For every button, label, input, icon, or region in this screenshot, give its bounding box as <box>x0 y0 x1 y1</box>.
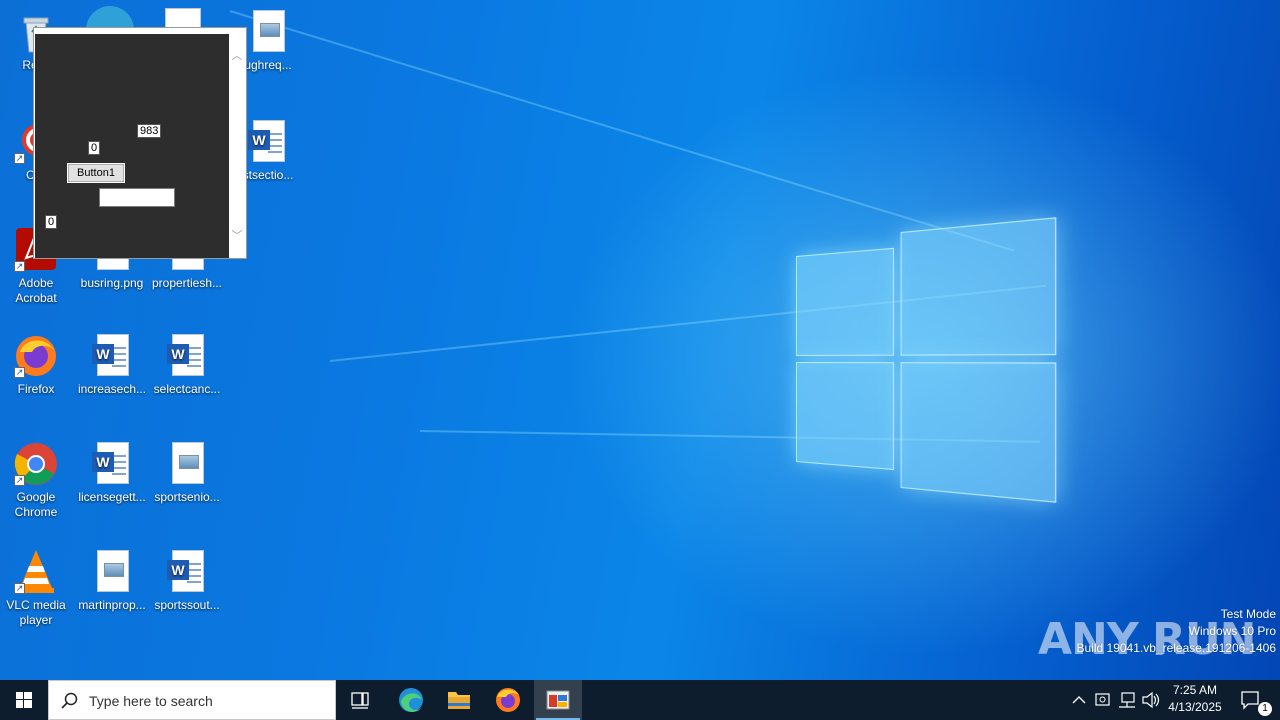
vertical-scrollbar[interactable]: ︿ ﹀ <box>229 28 246 258</box>
vlc-icon: ↗ <box>12 548 60 596</box>
desktop-icon-firefox[interactable]: ↗ Firefox <box>0 332 74 397</box>
app-window[interactable]: 983 0 Button1 0 ︿ ﹀ <box>33 27 247 259</box>
desktop-icon-label: busring.png <box>80 276 144 290</box>
start-button[interactable] <box>0 680 48 720</box>
running-app-taskbar-button[interactable] <box>534 680 582 720</box>
firefox-taskbar-button[interactable] <box>484 680 532 720</box>
logo-pane <box>900 362 1057 503</box>
tray-monitor-icon <box>1095 693 1110 706</box>
chrome-icon: ↗ <box>12 440 60 488</box>
desktop-icon-file[interactable]: sportsenio... <box>149 440 225 505</box>
desktop-icon-file[interactable]: W selectcanc... <box>149 332 225 397</box>
word-document-icon: W <box>244 118 292 166</box>
desktop-icon-label: propertiesh... <box>151 276 223 290</box>
chevron-up-icon[interactable]: ︿ <box>231 50 243 62</box>
number-label: 983 <box>137 124 162 138</box>
file-explorer-taskbar-button[interactable] <box>435 680 483 720</box>
tray-app-button[interactable] <box>1092 680 1114 720</box>
button1[interactable]: Button1 <box>67 163 125 183</box>
edge-icon <box>399 688 423 712</box>
word-document-icon: W <box>88 440 136 488</box>
desktop-icon-vlc[interactable]: ↗ VLC media player <box>0 548 74 628</box>
image-file-icon <box>88 548 136 596</box>
notification-icon <box>1241 691 1259 710</box>
desktop-icon-file[interactable]: W licensegett... <box>74 440 150 505</box>
clock-date: 4/13/2025 <box>1168 700 1222 714</box>
watermark-line: Build 19041.vb_release.191206-1406 <box>1076 641 1277 655</box>
clock-time: 7:25 AM <box>1172 683 1218 697</box>
task-view-icon <box>351 692 369 709</box>
watermark-line: Test Mode <box>1220 607 1276 621</box>
desktop-icon-label: sportssout... <box>154 598 220 612</box>
task-view-button[interactable] <box>336 680 384 720</box>
image-file-icon <box>244 8 292 56</box>
network-button[interactable] <box>1116 680 1138 720</box>
image-file-icon <box>163 440 211 488</box>
notification-count-badge: 1 <box>1258 702 1272 716</box>
show-hidden-icons-button[interactable] <box>1068 680 1090 720</box>
desktop-icon-file[interactable]: W sportssout... <box>149 548 225 613</box>
desktop-icon-file[interactable]: W increasech... <box>74 332 150 397</box>
desktop-icon-file[interactable]: martinprop... <box>74 548 150 613</box>
firefox-icon <box>496 688 520 712</box>
shortcut-arrow-icon: ↗ <box>14 261 25 272</box>
text-input[interactable] <box>99 188 175 207</box>
search-placeholder: Type here to search <box>89 693 213 709</box>
watermark-line: Windows 10 Pro <box>1188 624 1276 638</box>
desktop-icon-label: sportsenio... <box>154 490 220 504</box>
word-document-icon: W <box>163 548 211 596</box>
desktop-icon-label: increasech... <box>77 382 147 396</box>
action-center-button[interactable]: 1 <box>1236 680 1280 720</box>
taskbar: Type here to search 7:25 AM 4/13/2025 1 <box>0 680 1280 720</box>
shortcut-arrow-icon: ↗ <box>14 153 25 164</box>
logo-pane <box>900 217 1057 356</box>
app-icon <box>546 690 570 710</box>
word-document-icon: W <box>163 332 211 380</box>
desktop-icon-label: licensegett... <box>78 490 146 504</box>
edge-taskbar-button[interactable] <box>387 680 435 720</box>
number-label: 0 <box>88 141 101 155</box>
windows-logo <box>796 217 1057 503</box>
logo-pane <box>796 247 895 356</box>
network-icon <box>1119 692 1135 708</box>
speaker-icon <box>1142 691 1160 709</box>
light-beam <box>229 10 1015 252</box>
desktop-icon-label: Adobe Acrobat <box>15 276 57 305</box>
taskbar-clock[interactable]: 7:25 AM 4/13/2025 <box>1160 682 1230 716</box>
desktop-icon-label: martinprop... <box>78 598 146 612</box>
number-label: 0 <box>45 215 58 229</box>
volume-button[interactable] <box>1140 680 1162 720</box>
chevron-down-icon[interactable]: ﹀ <box>231 230 243 242</box>
system-watermark: Test Mode Windows 10 Pro Build 19041.vb_… <box>1077 606 1277 657</box>
firefox-icon: ↗ <box>12 332 60 380</box>
windows-start-icon <box>16 692 32 708</box>
search-icon <box>61 692 78 709</box>
shortcut-arrow-icon: ↗ <box>14 367 25 378</box>
taskbar-search-box[interactable]: Type here to search <box>48 680 336 720</box>
folder-icon <box>448 692 470 709</box>
shortcut-arrow-icon: ↗ <box>14 583 25 594</box>
desktop-icon-label: Google Chrome <box>14 490 58 519</box>
desktop-icon-label: selectcanc... <box>153 382 221 396</box>
app-client-area: 983 0 Button1 0 <box>35 34 230 258</box>
desktop-icon-label: Firefox <box>17 382 55 396</box>
shortcut-arrow-icon: ↗ <box>14 475 25 486</box>
desktop-icon-google-chrome[interactable]: ↗ Google Chrome <box>0 440 74 520</box>
logo-pane <box>796 362 895 471</box>
word-document-icon: W <box>88 332 136 380</box>
desktop-icon-label: VLC media player <box>6 598 66 627</box>
chevron-up-icon <box>1072 696 1086 704</box>
